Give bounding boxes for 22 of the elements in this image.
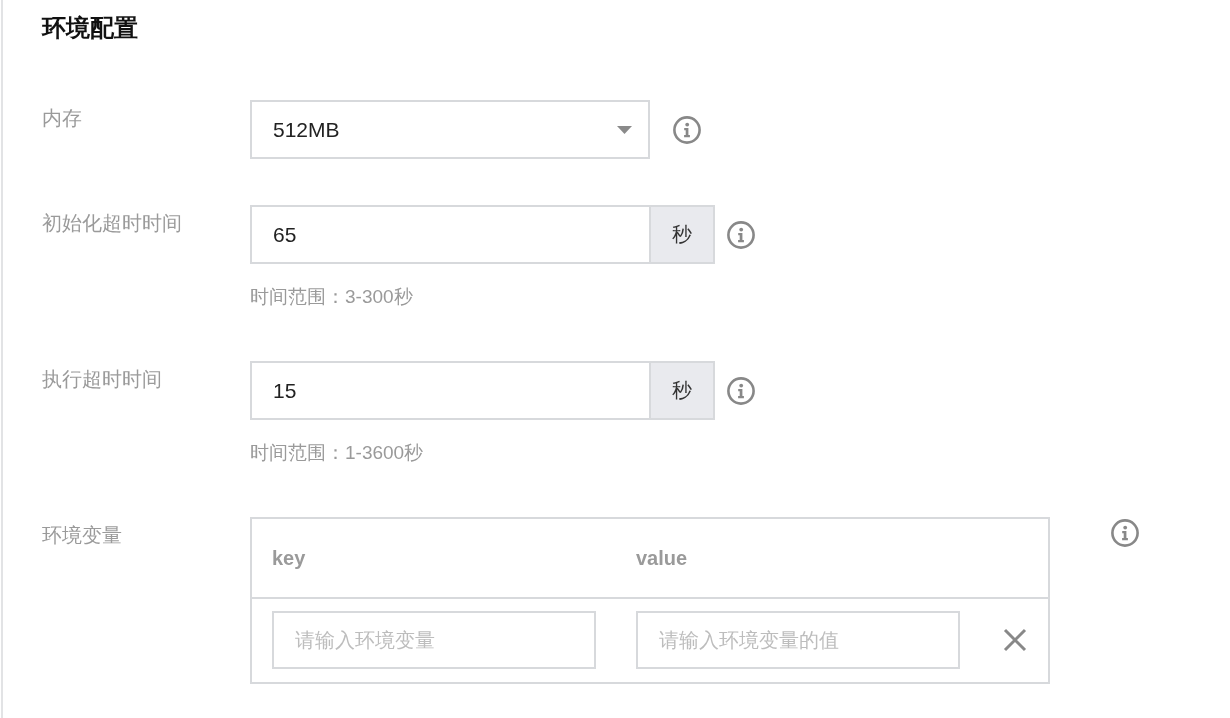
- column-header: value: [636, 546, 688, 570]
- field-label: 初始化超时时间: [42, 211, 182, 235]
- field-label: 环境变量: [42, 523, 122, 547]
- value-input[interactable]: 请输入环境变量的值: [636, 611, 960, 669]
- caret-icon: [617, 125, 632, 134]
- field-label: 内存: [42, 106, 82, 130]
- info-icon[interactable]: [1111, 519, 1139, 547]
- field-label: 执行超时时间: [42, 367, 162, 391]
- hint-text: 时间范围：3-300秒: [250, 285, 413, 309]
- unit-label: 秒: [649, 205, 715, 264]
- info-icon[interactable]: [727, 376, 755, 405]
- hint-text: 时间范围：1-3600秒: [250, 441, 424, 465]
- unit-label: 秒: [649, 361, 715, 420]
- close-icon[interactable]: [1003, 628, 1027, 652]
- info-icon[interactable]: [673, 115, 701, 144]
- info-icon[interactable]: [727, 220, 755, 249]
- number-input[interactable]: 65: [250, 205, 649, 264]
- dropdown[interactable]: 512MB: [250, 100, 650, 159]
- column-header: key: [272, 546, 306, 570]
- key-input[interactable]: 请输入环境变量: [272, 611, 596, 669]
- number-input[interactable]: 15: [250, 361, 649, 420]
- section-title: 环境配置: [42, 13, 138, 43]
